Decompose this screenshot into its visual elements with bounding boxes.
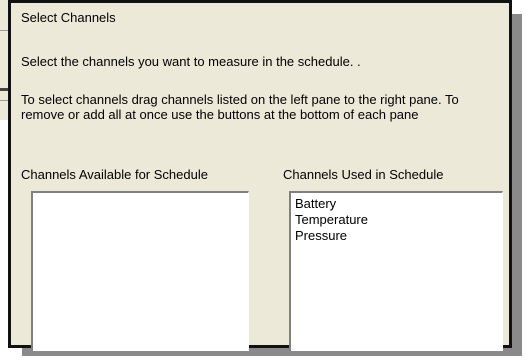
dialog-description: To select channels drag channels listed …	[21, 92, 459, 122]
available-channels-label: Channels Available for Schedule	[21, 167, 208, 182]
channel-list-item-battery[interactable]: Battery	[295, 196, 498, 212]
used-channels-label: Channels Used in Schedule	[283, 167, 444, 182]
channel-list-item-temperature[interactable]: Temperature	[295, 212, 498, 228]
screen: Select Channels Select the channels you …	[0, 0, 526, 363]
select-channels-dialog: Select Channels Select the channels you …	[8, 0, 512, 351]
dialog-instruction: Select the channels you want to measure …	[21, 54, 361, 69]
available-channels-list[interactable]	[31, 191, 249, 351]
used-channels-list[interactable]: Battery Temperature Pressure	[289, 191, 503, 351]
dialog-heading: Select Channels	[21, 10, 116, 25]
channel-list-item-pressure[interactable]: Pressure	[295, 228, 498, 244]
